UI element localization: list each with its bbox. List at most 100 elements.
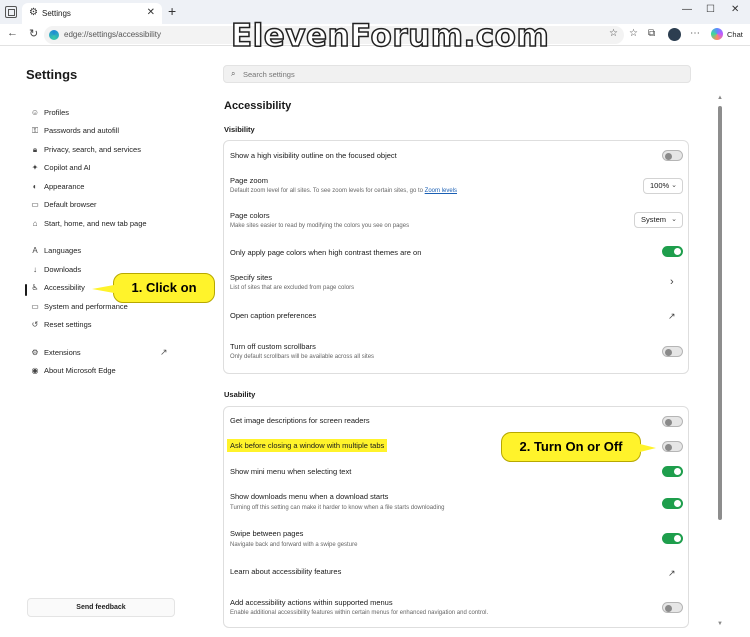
sidebar-item-about[interactable]: ◉ About Microsoft Edge <box>30 366 116 380</box>
image-descriptions-toggle[interactable] <box>662 416 683 427</box>
row-page-zoom-title: Page zoom <box>230 176 268 185</box>
favorite-star-icon[interactable]: ☆ <box>609 28 618 39</box>
download-icon: ↓ <box>33 265 37 274</box>
page-title: Accessibility <box>224 100 292 112</box>
tab-actions-icon[interactable] <box>5 6 17 18</box>
chevron-down-icon: ⌄ <box>671 216 677 223</box>
row-accessibility-actions-title: Add accessibility actions within support… <box>230 598 393 607</box>
accessibility-actions-toggle[interactable] <box>662 602 683 613</box>
external-link-icon[interactable]: ↗ <box>160 347 168 358</box>
new-tab-icon[interactable]: + <box>168 3 176 19</box>
appearance-icon: ◐ <box>32 182 38 191</box>
sidebar-item-privacy[interactable]: 🔒︎ Privacy, search, and services <box>30 145 141 159</box>
chat-label[interactable]: Chat <box>727 30 743 39</box>
row-focus-outline-title: Show a high visibility outline on the fo… <box>230 151 397 160</box>
row-caption-prefs-title[interactable]: Open caption preferences <box>230 311 316 320</box>
settings-title: Settings <box>26 67 78 82</box>
open-external-icon[interactable]: ↗ <box>668 311 676 322</box>
ask-before-closing-toggle[interactable] <box>662 441 683 452</box>
downloads-menu-toggle[interactable] <box>662 498 683 509</box>
sidebar-item-accessibility[interactable]: ♿︎ Accessibility <box>30 283 84 297</box>
extensions-icon: ⚙ <box>31 348 39 357</box>
row-custom-scrollbars-subtitle: Only default scrollbars will be availabl… <box>230 354 375 360</box>
mini-menu-toggle[interactable] <box>662 466 683 477</box>
row-specify-sites-subtitle: List of sites that are excluded from pag… <box>230 285 355 291</box>
chevron-down-icon: ⌄ <box>671 182 677 189</box>
copilot-icon: ✦ <box>31 163 39 172</box>
browser-icon: ▭ <box>31 200 39 209</box>
sidebar-item-system[interactable]: ▭ System and performance <box>30 302 128 316</box>
row-page-colors-subtitle: Make sites easier to read by modifying t… <box>230 223 410 229</box>
sidebar-item-reset[interactable]: ↺ Reset settings <box>30 320 92 334</box>
maximize-icon[interactable]: ☐ <box>706 4 715 15</box>
close-tab-icon[interactable]: ✕ <box>147 7 155 18</box>
row-learn-accessibility-title[interactable]: Learn about accessibility features <box>230 567 341 576</box>
sidebar-item-start-home[interactable]: ⌂ Start, home, and new tab page <box>30 219 147 233</box>
row-downloads-menu-title: Show downloads menu when a download star… <box>230 492 389 501</box>
row-swipe-pages-subtitle: Navigate back and forward with a swipe g… <box>230 542 358 548</box>
edge-icon: ◉ <box>31 366 39 375</box>
collections-icon[interactable]: ⧉ <box>648 28 655 39</box>
refresh-icon[interactable]: ↻ <box>29 27 38 40</box>
system-icon: ▭ <box>31 302 39 311</box>
scroll-down-icon[interactable]: ▼ <box>717 621 723 627</box>
sidebar-item-downloads[interactable]: ↓ Downloads <box>30 265 81 279</box>
address-url: edge://settings/accessibility <box>64 30 161 39</box>
tab-settings[interactable]: ⚙ Settings ✕ <box>22 3 162 24</box>
favorites-icon[interactable]: ☆ <box>629 28 638 39</box>
edge-logo-icon <box>49 30 59 40</box>
highlight: Ask before closing a window with multipl… <box>227 439 388 452</box>
sidebar-item-extensions[interactable]: ⚙ Extensions <box>30 348 80 362</box>
row-specify-sites-title[interactable]: Specify sites <box>230 273 272 282</box>
callout-step-2: 2. Turn On or Off <box>501 432 656 462</box>
scroll-up-icon[interactable]: ▲ <box>717 95 723 101</box>
row-downloads-menu-subtitle: Turning off this setting can make it har… <box>230 505 445 511</box>
search-box[interactable]: ⌕ <box>223 65 691 83</box>
search-icon: ⌕ <box>231 69 236 78</box>
settings-sidebar: Settings ☺ Profiles ⚿ Passwords and autofi… <box>25 60 195 630</box>
copilot-chat-icon[interactable] <box>711 28 723 40</box>
open-external-icon[interactable]: ↗ <box>668 568 676 579</box>
zoom-levels-link[interactable]: Zoom levels <box>425 188 457 194</box>
sidebar-item-default-browser[interactable]: ▭ Default browser <box>30 200 96 214</box>
section-usability-heading: Usability <box>224 390 256 399</box>
watermark: ElevenForum.com <box>230 17 550 55</box>
reset-icon: ↺ <box>31 320 39 329</box>
visibility-card <box>223 140 689 374</box>
swipe-pages-toggle[interactable] <box>662 533 683 544</box>
sidebar-item-profiles[interactable]: ☺ Profiles <box>30 108 69 122</box>
row-ask-before-closing-title: Ask before closing a window with multipl… <box>227 439 388 452</box>
profile-icon: ☺ <box>30 108 40 117</box>
languages-icon: A <box>32 246 38 255</box>
profile-avatar[interactable] <box>668 28 681 41</box>
row-accessibility-actions-subtitle: Enable additional accessibility features… <box>230 610 489 616</box>
row-swipe-pages-title: Swipe between pages <box>230 529 304 538</box>
minimize-icon[interactable]: — <box>682 4 692 15</box>
focus-outline-toggle[interactable] <box>662 150 683 161</box>
send-feedback-button[interactable]: Send feedback <box>27 598 175 617</box>
page-zoom-select[interactable]: 100% ⌄ <box>643 178 683 194</box>
sidebar-item-copilot[interactable]: ✦ Copilot and AI <box>30 163 91 177</box>
custom-scrollbars-toggle[interactable] <box>662 346 683 357</box>
key-icon: ⚿ <box>31 126 39 135</box>
close-window-icon[interactable]: ✕ <box>731 4 739 15</box>
search-input[interactable] <box>243 67 673 81</box>
more-icon[interactable]: ⋯ <box>690 28 700 39</box>
high-contrast-toggle[interactable] <box>662 246 683 257</box>
row-custom-scrollbars-title: Turn off custom scrollbars <box>230 342 316 351</box>
accessibility-icon: ♿︎ <box>31 283 39 292</box>
row-image-descriptions-title: Get image descriptions for screen reader… <box>230 416 370 425</box>
row-page-colors-title: Page colors <box>230 211 270 220</box>
row-page-zoom-subtitle: Default zoom level for all sites. To see… <box>230 188 457 194</box>
page-colors-select[interactable]: System ⌄ <box>634 212 683 228</box>
callout-step-1: 1. Click on <box>92 273 215 303</box>
sidebar-item-passwords[interactable]: ⚿ Passwords and autofill <box>30 126 119 140</box>
row-mini-menu-title: Show mini menu when selecting text <box>230 467 352 476</box>
lock-icon: 🔒︎ <box>32 145 38 154</box>
sidebar-item-languages[interactable]: A Languages <box>30 246 81 260</box>
row-high-contrast-title: Only apply page colors when high contras… <box>230 248 422 257</box>
back-icon[interactable]: ← <box>7 27 18 39</box>
sidebar-item-appearance[interactable]: ◐ Appearance <box>30 182 85 196</box>
chevron-right-icon[interactable]: › <box>670 276 674 288</box>
scrollbar-thumb[interactable] <box>718 106 722 520</box>
